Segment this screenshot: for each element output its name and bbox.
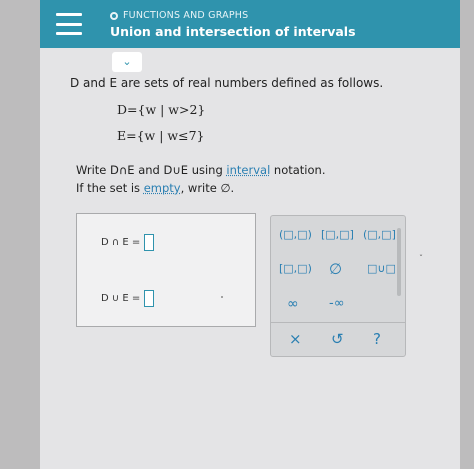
menu-icon[interactable] (56, 13, 82, 35)
intersection-row: D ∩ E = (101, 234, 155, 251)
empty-set-key[interactable]: ∅ (329, 260, 342, 278)
negative-infinity-key[interactable]: -∞ (329, 296, 345, 311)
math-keypad: (□,□) [□,□] (□,□] [□,□) ∅ □∪□ ∞ -∞ ˇ × ↺… (270, 215, 423, 357)
instruction-text: Write D∩E and D∪E using (76, 163, 227, 177)
top-header: FUNCTIONS AND GRAPHS Union and intersect… (40, 0, 460, 48)
pointer-mark: ˇ (419, 254, 423, 263)
subtitle-text: FUNCTIONS AND GRAPHS (123, 10, 249, 21)
progress-ring-icon (110, 11, 118, 20)
empty-instruction-text: If the set is (76, 181, 144, 195)
keypad-divider (271, 322, 405, 323)
union-row: D ∪ E = (101, 290, 155, 307)
clear-button[interactable]: × (289, 330, 302, 348)
instruction-line: Write D∩E and D∪E using interval notatio… (76, 163, 326, 177)
union-label: D ∪ E = (101, 293, 141, 304)
open-closed-interval-key[interactable]: (□,□] (363, 228, 396, 241)
page-title: Union and intersection of intervals (110, 24, 356, 39)
topic-subtitle: FUNCTIONS AND GRAPHS (110, 10, 248, 21)
interval-link[interactable]: interval (226, 163, 270, 177)
empty-link[interactable]: empty (144, 181, 181, 195)
empty-instruction-line: If the set is empty, write ∅. (76, 181, 234, 195)
help-button[interactable]: ? (373, 330, 381, 348)
keypad-scrollbar[interactable] (397, 228, 401, 296)
closed-closed-interval-key[interactable]: [□,□] (321, 228, 354, 241)
infinity-key[interactable]: ∞ (287, 296, 299, 312)
app-screen: FUNCTIONS AND GRAPHS Union and intersect… (40, 0, 460, 469)
expand-chevron-button[interactable]: ⌄ (112, 52, 142, 72)
instruction-text-end: notation. (270, 163, 326, 177)
problem-intro: D and E are sets of real numbers defined… (70, 76, 384, 90)
closed-open-interval-key[interactable]: [□,□) (279, 262, 312, 275)
set-e-definition: E={w | w≤7} (117, 128, 205, 143)
answer-box: D ∩ E = D ∪ E = (76, 213, 256, 327)
union-input[interactable] (144, 290, 155, 307)
set-d-definition: D={w | w>2} (117, 102, 206, 117)
intersection-label: D ∩ E = (101, 237, 141, 248)
open-open-interval-key[interactable]: (□,□) (279, 228, 312, 241)
empty-instruction-end: , write ∅. (180, 181, 235, 195)
intersection-input[interactable] (144, 234, 155, 251)
undo-button[interactable]: ↺ (331, 330, 344, 348)
union-key[interactable]: □∪□ (367, 262, 396, 275)
stray-dot (221, 296, 223, 298)
